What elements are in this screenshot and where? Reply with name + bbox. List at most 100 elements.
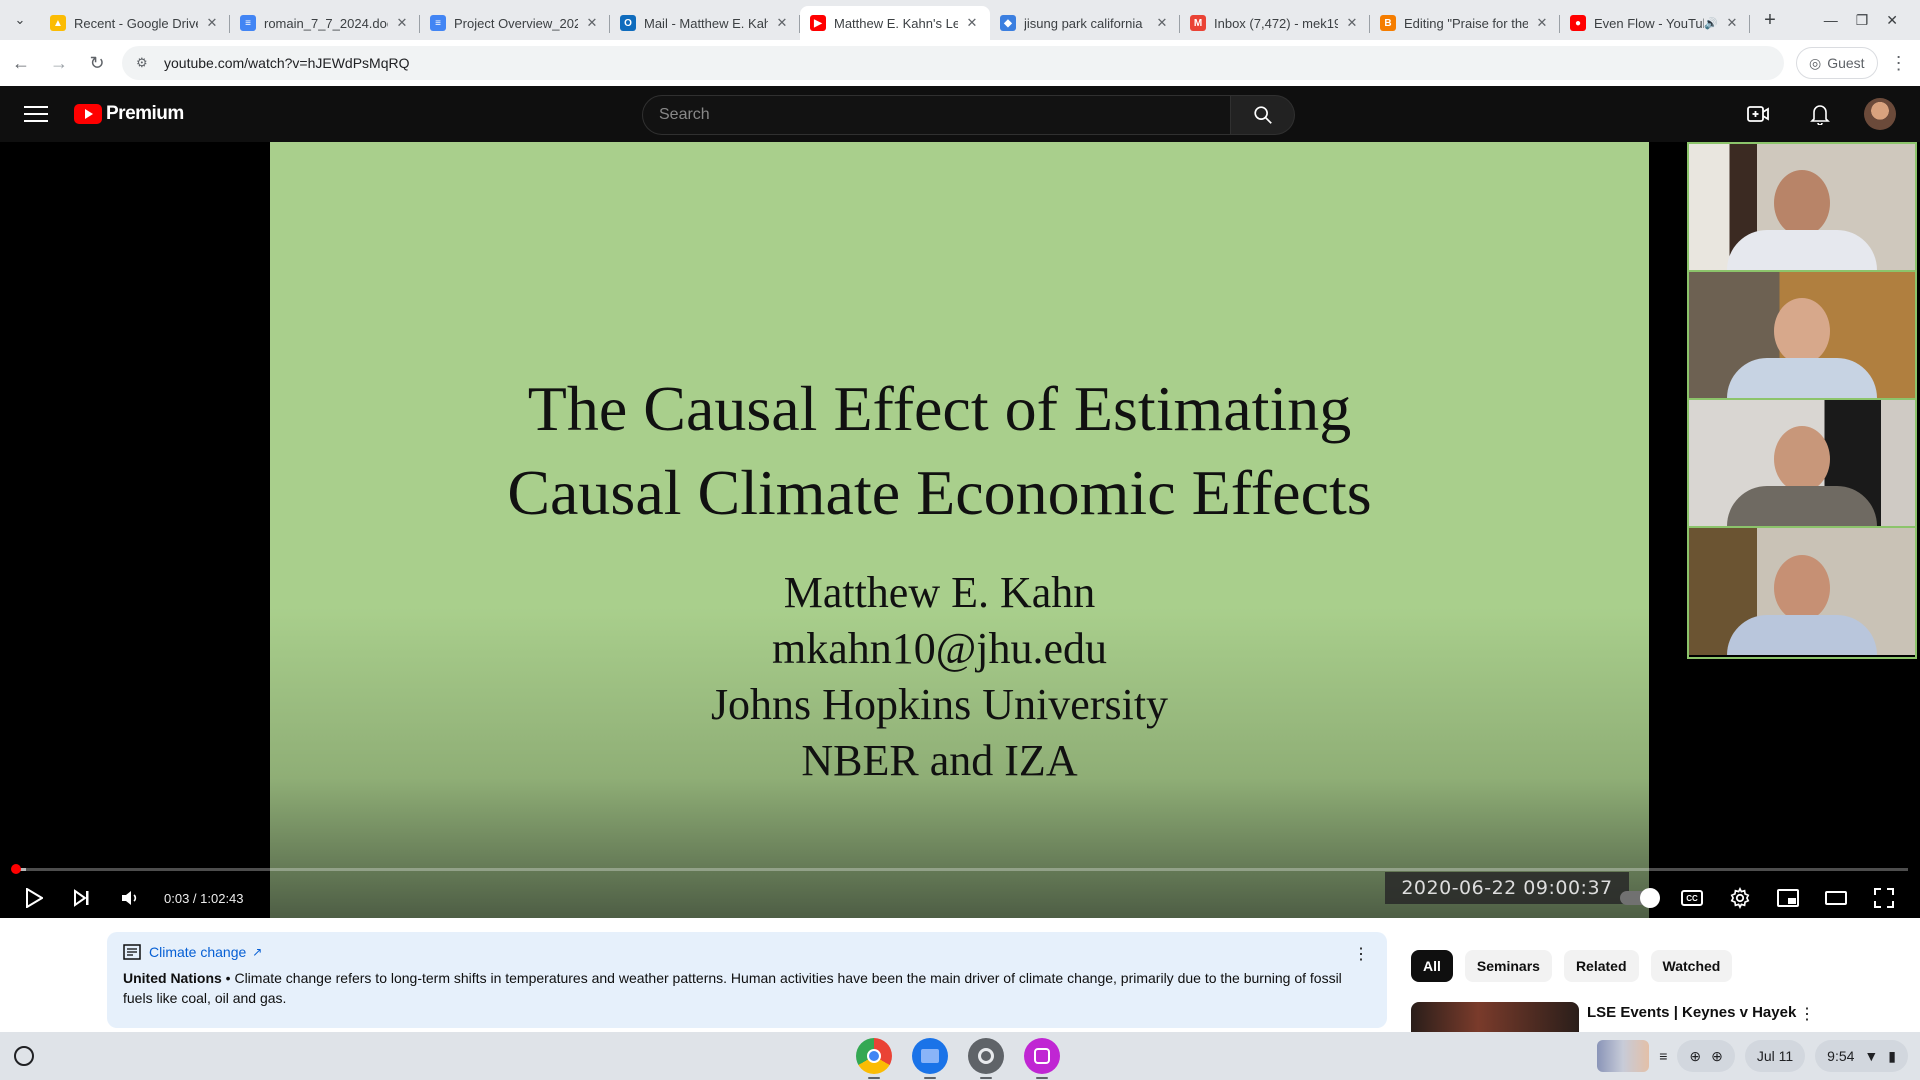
browser-tab[interactable]: O Mail - Matthew E. Kahn ✕ <box>610 6 800 40</box>
browser-tab[interactable]: ≡ romain_7_7_2024.docx ✕ <box>230 6 420 40</box>
new-tab-plus-icon[interactable]: + <box>1754 4 1786 36</box>
browser-tab[interactable]: ▲ Recent - Google Drive ✕ <box>40 6 230 40</box>
play-icon[interactable] <box>10 878 58 918</box>
search-button[interactable] <box>1231 95 1295 135</box>
tab-search-chevron-icon[interactable]: ⌄ <box>0 0 40 40</box>
screencast-app-icon[interactable] <box>1024 1038 1060 1079</box>
tab-close-icon[interactable]: ✕ <box>964 15 980 31</box>
recommended-video-kebab-icon[interactable]: ⋮ <box>1799 1004 1815 1024</box>
close-window-icon[interactable]: ✕ <box>1886 12 1898 29</box>
filter-chip[interactable]: Watched <box>1650 950 1733 982</box>
files-app-icon[interactable] <box>912 1038 948 1079</box>
create-video-icon[interactable] <box>1740 96 1776 132</box>
battery-icon: ▮ <box>1888 1047 1896 1064</box>
settings-app-icon[interactable] <box>968 1038 1004 1079</box>
closed-captions-icon[interactable]: CC <box>1668 878 1716 918</box>
filter-chip[interactable]: All <box>1411 950 1453 982</box>
tab-title: Project Overview_2024 <box>454 15 578 31</box>
quick-actions[interactable]: ⊕ ⊕ <box>1677 1040 1735 1072</box>
outlook-icon: O <box>620 15 636 31</box>
info-panel-kebab-icon[interactable]: ⋮ <box>1353 944 1369 964</box>
search-favicon: ◆ <box>1000 15 1016 31</box>
clock-status-pill[interactable]: 9:54 ▼ ▮ <box>1815 1040 1908 1072</box>
external-link-icon[interactable]: ↗ <box>252 945 262 959</box>
next-video-icon[interactable] <box>58 878 106 918</box>
filter-chip[interactable]: Related <box>1563 950 1639 982</box>
recommended-video-thumbnail[interactable] <box>1411 1002 1579 1032</box>
gmail-icon: M <box>1190 15 1206 31</box>
tab-title: Editing "Praise for the <box>1404 15 1528 31</box>
youtube-premium-logo[interactable]: Premium <box>74 103 184 125</box>
browser-tab[interactable]: B Editing "Praise for the ✕ <box>1370 6 1560 40</box>
date-pill[interactable]: Jul 11 <box>1744 1040 1806 1072</box>
info-panel-description: United Nations • Climate change refers t… <box>123 968 1371 1008</box>
account-avatar[interactable] <box>1864 98 1896 130</box>
media-controls-icon[interactable]: ≡ <box>1659 1048 1667 1064</box>
settings-gear-icon[interactable] <box>1716 878 1764 918</box>
tab-close-icon[interactable]: ✕ <box>1344 15 1360 31</box>
browser-tab[interactable]: ▶ Matthew E. Kahn's Lecture ✕ <box>800 6 990 40</box>
browser-tab[interactable]: M Inbox (7,472) - mek19 ✕ <box>1180 6 1370 40</box>
below-video-area: Climate change ↗ ⋮ United Nations • Clim… <box>0 918 1920 1032</box>
recommended-video[interactable]: LSE Events | Keynes v Hayek ⋮ <box>1411 1002 1891 1032</box>
clock-text: 9:54 <box>1827 1048 1855 1064</box>
info-topic-link[interactable]: Climate change <box>149 944 246 960</box>
tab-close-icon[interactable]: ✕ <box>774 15 790 31</box>
autoplay-toggle[interactable] <box>1620 888 1660 908</box>
browser-menu-kebab-icon[interactable]: ⋮ <box>1890 53 1908 74</box>
minimize-icon[interactable]: — <box>1824 12 1838 28</box>
youtube-header: Premium <box>0 86 1920 142</box>
tab-close-icon[interactable]: ✕ <box>1534 15 1550 31</box>
slide-author-block: Matthew E. Kahn mkahn10@jhu.edu Johns Ho… <box>270 565 1649 789</box>
tab-title: Inbox (7,472) - mek19 <box>1214 15 1338 31</box>
search-input[interactable] <box>642 95 1231 135</box>
tab-close-icon[interactable]: ✕ <box>584 15 600 31</box>
tab-close-icon[interactable]: ✕ <box>1154 15 1170 31</box>
hamburger-menu-icon[interactable] <box>24 106 48 122</box>
site-settings-icon[interactable]: ⚙ <box>136 55 152 71</box>
browser-tab-strip: ⌄ ▲ Recent - Google Drive ✕ ≡ romain_7_7_202… <box>0 0 1920 40</box>
slide-title-line-1: The Causal Effect of Estimating <box>527 373 1352 444</box>
address-bar[interactable]: ⚙ youtube.com/watch?v=hJEWdPsMqRQ <box>122 46 1784 80</box>
slide-title-line-2: Causal Climate Economic Effects <box>507 457 1372 528</box>
participant-video <box>1689 400 1915 528</box>
participant-video <box>1689 272 1915 400</box>
back-arrow-icon[interactable]: ← <box>4 46 38 80</box>
youtube-icon: ▶ <box>810 15 826 31</box>
guest-profile-button[interactable]: ◎ Guest <box>1796 47 1878 79</box>
video-player[interactable]: The Causal Effect of Estimating Causal C… <box>0 142 1920 918</box>
launcher-icon[interactable] <box>14 1046 34 1066</box>
browser-toolbar: ← → ↻ ⚙ youtube.com/watch?v=hJEWdPsMqRQ … <box>0 40 1920 86</box>
add-circle-icon[interactable]: ⊕ <box>1711 1048 1723 1065</box>
browser-tab[interactable]: ◆ jisung park california ✕ <box>990 6 1180 40</box>
chrome-app-icon[interactable] <box>856 1038 892 1079</box>
reload-icon[interactable]: ↻ <box>80 46 114 80</box>
tab-close-icon[interactable]: ✕ <box>394 15 410 31</box>
date-text: Jul 11 <box>1756 1048 1794 1064</box>
info-panel-header: Climate change ↗ <box>123 944 1371 960</box>
recommended-video-title[interactable]: LSE Events | Keynes v Hayek <box>1587 1004 1796 1021</box>
restore-icon[interactable]: ❐ <box>1856 12 1869 29</box>
participant-thumbnails <box>1687 142 1917 659</box>
filter-chip[interactable]: Seminars <box>1464 950 1552 982</box>
notifications-bell-icon[interactable] <box>1802 96 1838 132</box>
progress-bar[interactable] <box>10 864 1908 874</box>
time-display: 0:03 / 1:02:43 <box>164 890 244 906</box>
google-docs-icon: ≡ <box>240 15 256 31</box>
progress-scrubber-handle[interactable] <box>10 864 21 874</box>
theater-mode-icon[interactable] <box>1812 878 1860 918</box>
stylus-tools-icon[interactable]: ⊕ <box>1689 1048 1701 1065</box>
tab-close-icon[interactable]: ✕ <box>204 15 220 31</box>
tab-close-icon[interactable]: ✕ <box>1724 15 1740 31</box>
slide-author: Matthew E. Kahn <box>783 568 1096 617</box>
fullscreen-icon[interactable] <box>1860 878 1908 918</box>
guest-label: Guest <box>1827 55 1865 71</box>
holding-space-thumbnail[interactable] <box>1597 1040 1650 1072</box>
url-text[interactable]: youtube.com/watch?v=hJEWdPsMqRQ <box>164 55 410 71</box>
browser-tab[interactable]: ● Even Flow - YouTube🔊 ✕ <box>1560 6 1750 40</box>
miniplayer-icon[interactable] <box>1764 878 1812 918</box>
volume-icon[interactable] <box>106 878 154 918</box>
forward-arrow-icon[interactable]: → <box>42 46 76 80</box>
browser-tab[interactable]: ≡ Project Overview_2024 ✕ <box>420 6 610 40</box>
tab-audio-icon[interactable]: 🔊 <box>1704 17 1718 30</box>
